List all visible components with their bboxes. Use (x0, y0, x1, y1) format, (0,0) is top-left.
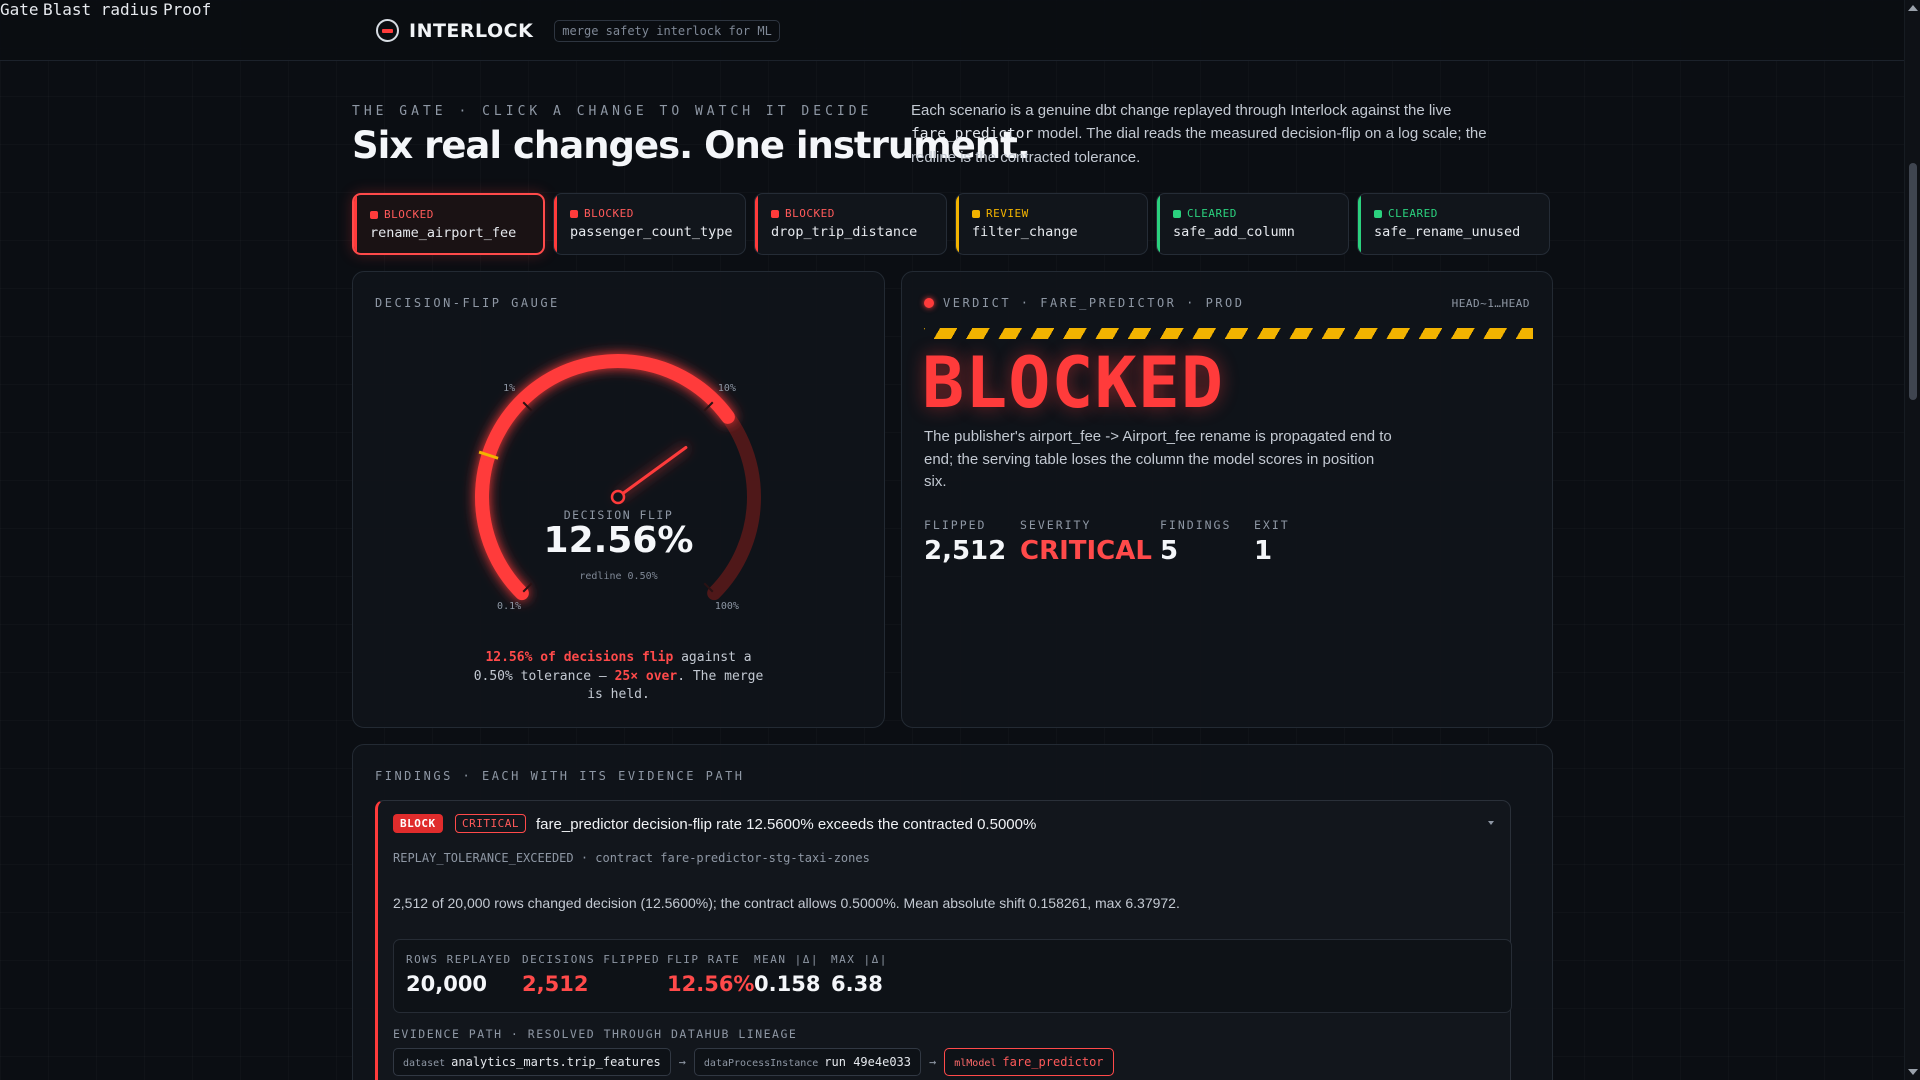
scroll-down-arrow-icon[interactable] (1908, 1069, 1918, 1075)
gauge-needle-hub (610, 489, 626, 505)
arrow-right-icon: → (929, 1055, 937, 1069)
brand-tagline: merge safety interlock for ML (554, 19, 780, 42)
metric-max-delta: MAX |Δ| 6.38 (831, 953, 888, 996)
status-dot-icon (570, 209, 578, 218)
finding-title: fare_predictor decision-flip rate 12.560… (536, 816, 1037, 833)
section-eyebrow: THE GATE · CLICK A CHANGE TO WATCH IT DE… (352, 104, 873, 119)
tab-scenario-name: safe_rename_unused (1374, 224, 1521, 240)
gauge-tick-label: 10% (718, 383, 736, 394)
tab-status: CLEARED (1173, 207, 1348, 220)
stat-findings: FINDINGS 5 (1160, 518, 1232, 566)
scenario-tab-safe-rename-unused[interactable]: CLEARED safe_rename_unused (1357, 193, 1550, 255)
finding-card[interactable]: BLOCK CRITICAL fare_predictor decision-f… (375, 800, 1512, 1080)
status-dot-icon (370, 210, 378, 219)
gauge-panel-label: DECISION-FLIP GAUGE (375, 296, 560, 310)
status-dot-icon (1374, 209, 1382, 218)
finding-description: 2,512 of 20,000 rows changed decision (1… (393, 895, 1180, 911)
hero-description: Each scenario is a genuine dbt change re… (911, 102, 1487, 166)
nav-link-proof[interactable]: Proof (163, 0, 211, 19)
gauge-value: 12.56% (543, 520, 694, 561)
model-name-code: fare_predictor (911, 126, 1034, 142)
tab-scenario-name: passenger_count_type (570, 224, 733, 240)
gauge-tick-label: 100% (715, 601, 739, 612)
metric-mean-delta: MEAN |Δ| 0.158 (754, 953, 821, 996)
status-dot-icon (972, 209, 980, 218)
interlock-logo-icon (376, 19, 399, 42)
gauge-needle (616, 446, 688, 499)
tab-scenario-name: filter_change (972, 224, 1078, 240)
scenario-tab-drop-trip-distance[interactable]: BLOCKED drop_trip_distance (754, 193, 947, 255)
tab-status: REVIEW (972, 207, 1147, 220)
stat-severity: SEVERITY CRITICAL (1020, 518, 1152, 566)
block-badge: BLOCK (393, 814, 443, 833)
page-scrollbar[interactable] (1904, 0, 1920, 1080)
verdict-panel-label: VERDICT · FARE_PREDICTOR · PROD (943, 296, 1245, 310)
gauge-caption: 12.56% of decisions flip against a 0.50%… (473, 650, 764, 702)
metric-decisions-flipped: DECISIONS FLIPPED 2,512 (522, 953, 661, 996)
gauge-redline-label: redline 0.50% (579, 571, 658, 582)
tab-status: CLEARED (1374, 207, 1549, 220)
evidence-path-label: EVIDENCE PATH · RESOLVED THROUGH DATAHUB… (393, 1027, 798, 1041)
finding-code: REPLAY_TOLERANCE_EXCEEDED · contract far… (393, 851, 870, 865)
tab-scenario-name: safe_add_column (1173, 224, 1295, 240)
hazard-stripe (924, 328, 1533, 339)
verdict-ref: HEAD~1…HEAD (1451, 297, 1530, 310)
scenario-tabs: BLOCKED rename_airport_fee BLOCKED passenge… (352, 193, 1550, 255)
gauge-tick-label: 0.1% (497, 601, 521, 612)
chevron-down-icon[interactable] (1488, 821, 1494, 825)
scenario-tab-safe-add-column[interactable]: CLEARED safe_add_column (1156, 193, 1349, 255)
brand-name: INTERLOCK (409, 19, 534, 42)
status-dot-icon (1173, 209, 1181, 218)
findings-panel-label: FINDINGS · EACH WITH ITS EVIDENCE PATH (375, 769, 745, 783)
scenario-tab-passenger-count-type[interactable]: BLOCKED passenger_count_type (553, 193, 746, 255)
gauge-panel: DECISION-FLIP GAUGE 0.1% 1% 10% 100% DECISI… (352, 271, 885, 728)
metric-flip-rate: FLIP RATE 12.56% (667, 953, 755, 996)
verdict-word: BLOCKED (922, 342, 1225, 424)
tab-status: BLOCKED (370, 208, 543, 221)
metric-rows-replayed: ROWS REPLAYED 20,000 (406, 953, 512, 996)
severity-badge: CRITICAL (455, 814, 526, 833)
scenario-tab-rename-airport-fee[interactable]: BLOCKED rename_airport_fee (352, 193, 545, 255)
gauge-tick-label: 1% (503, 383, 515, 394)
nav-link-blast-radius[interactable]: Blast radius (43, 0, 159, 19)
tab-scenario-name: drop_trip_distance (771, 224, 918, 240)
scroll-up-arrow-icon[interactable] (1908, 5, 1918, 11)
tab-status: BLOCKED (570, 207, 745, 220)
scroll-thumb[interactable] (1909, 163, 1917, 400)
tab-status: BLOCKED (771, 207, 946, 220)
brand[interactable]: INTERLOCK merge safety interlock for ML (376, 19, 780, 42)
tab-scenario-name: rename_airport_fee (370, 225, 517, 241)
verdict-explanation: The publisher's airport_fee -> Airport_f… (924, 428, 1392, 490)
findings-panel: FINDINGS · EACH WITH ITS EVIDENCE PATH B… (352, 744, 1553, 1080)
verdict-status-dot-icon (924, 298, 934, 308)
top-navigation-bar: INTERLOCK merge safety interlock for ML … (0, 0, 1904, 61)
evidence-chip-dataset[interactable]: dataset analytics_marts.trip_features (393, 1048, 671, 1076)
status-dot-icon (771, 209, 779, 218)
decision-flip-gauge: 0.1% 1% 10% 100% (475, 354, 761, 612)
evidence-chip-process-instance[interactable]: dataProcessInstance run 49e4e033 (693, 1048, 921, 1076)
verdict-panel: VERDICT · FARE_PREDICTOR · PROD HEAD~1…H… (901, 271, 1553, 728)
evidence-path: dataset analytics_marts.trip_features → d… (393, 1048, 1114, 1076)
stat-flipped: FLIPPED 2,512 (924, 518, 1007, 566)
stat-exit: EXIT 1 (1254, 518, 1290, 566)
finding-metrics: ROWS REPLAYED 20,000 DECISIONS FLIPPED 2… (393, 939, 1512, 1013)
scenario-tab-filter-change[interactable]: REVIEW filter_change (955, 193, 1148, 255)
arrow-right-icon: → (678, 1055, 686, 1069)
nav-link-gate[interactable]: Gate (0, 0, 39, 19)
evidence-chip-ml-model[interactable]: mlModel fare_predictor (944, 1048, 1114, 1076)
